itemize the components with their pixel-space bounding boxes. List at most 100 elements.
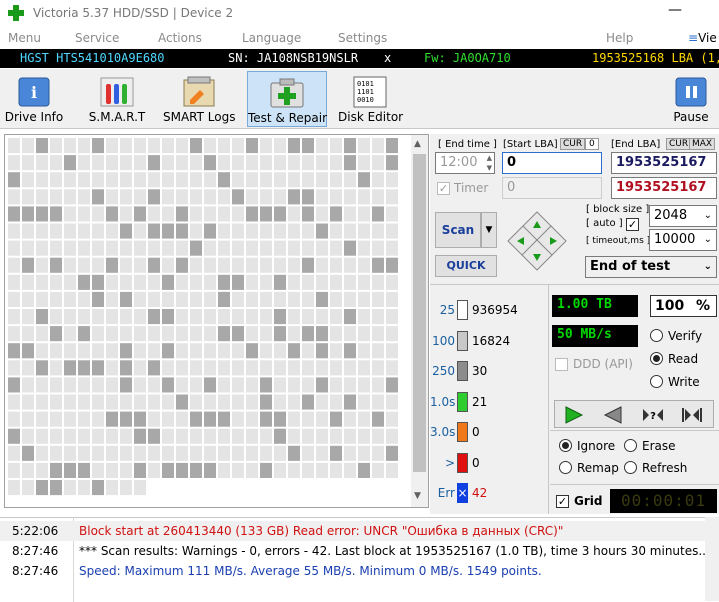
block-cell [232,257,244,273]
legend-count: 21 [472,394,488,409]
read-radio[interactable] [650,352,663,365]
block-cell [162,189,174,205]
scroll-down-icon[interactable]: ▼ [414,491,421,501]
block-cell [232,155,244,171]
block-cell [8,462,20,478]
device-info-bar: HGST HTS541010A9E680 SN: JA108NSB19NSLR … [0,49,719,68]
timer-input[interactable]: 0 [502,177,602,199]
minimize-icon[interactable]: — [668,2,682,18]
menu-item-view[interactable]: ≡Vie [688,31,717,45]
start-lba-input[interactable]: 0 [502,152,602,174]
block-cell [204,394,216,410]
timer-checkbox[interactable]: ✓ [437,182,450,195]
smart-label: S.M.A.R.T [88,110,146,124]
scan-button[interactable]: Scan [435,212,481,248]
block-cell [36,377,48,393]
block-cell [316,411,328,427]
scanned-size-display: 1.00 TB [552,295,638,317]
grid-checkbox[interactable]: ✓ [556,495,569,508]
play-icon[interactable] [562,405,586,425]
menu-bar: Menu Service Actions Language Settings H… [0,28,719,48]
auto-label: [ auto ] [586,218,623,229]
disk-editor-button[interactable]: 0101 1101 0010 Disk Editor [338,71,403,127]
block-cell [106,343,118,359]
smart-logs-button[interactable]: SMART Logs [163,71,235,127]
divider [550,430,719,431]
scroll-up-icon[interactable]: ▲ [414,139,421,149]
block-cell [134,291,146,307]
auto-checkbox[interactable]: ✓ [626,218,639,231]
menu-item-language[interactable]: Language [242,31,301,45]
block-cell [148,394,160,410]
log-scrollbar[interactable] [705,517,719,601]
block-cell [36,257,48,273]
jump-icon[interactable]: ? [641,405,665,425]
end-time-spinner-icon[interactable]: ▲ ▼ [487,153,492,173]
quick-button[interactable]: QUICK [435,255,497,277]
block-cell [50,480,62,496]
timeout-select[interactable]: 10000 ⌄ [649,229,717,251]
log-message: *** Scan results: Warnings - 0, errors -… [79,544,705,558]
scroll-thumb[interactable] [413,154,426,472]
block-cell [274,138,286,154]
close-device-button[interactable]: x [384,51,391,65]
block-cell [64,223,76,239]
verify-radio[interactable] [650,329,663,342]
block-cell [246,291,258,307]
block-cell [302,343,314,359]
refresh-radio[interactable] [624,461,637,474]
block-cell [260,326,272,342]
block-cell [176,343,188,359]
end-lba-max-button[interactable]: MAX [689,138,716,150]
remap-radio[interactable] [559,461,572,474]
end-time-input[interactable]: 12:00 ▲ ▼ [435,152,495,174]
block-cell [344,377,356,393]
block-cell [92,343,104,359]
block-size-select[interactable]: 2048 ⌄ [649,205,717,227]
block-cell [204,172,216,188]
block-cell [92,257,104,273]
block-cell [260,257,272,273]
block-cell [260,138,272,154]
block-cell [302,274,314,290]
block-cell [176,240,188,256]
start-lba-cur-button[interactable]: CUR [560,138,586,150]
app-cross-icon [8,5,24,21]
block-cell [8,326,20,342]
log-row: 5:22:06 Block start at 260413440 (133 GB)… [0,521,705,541]
block-cell [204,257,216,273]
block-cell [302,189,314,205]
step-back-icon[interactable] [601,405,625,425]
menu-item-settings[interactable]: Settings [338,31,387,45]
block-cell [64,360,76,376]
block-cell [232,445,244,461]
end-lba-input[interactable]: 1953525167 [611,152,717,174]
block-cell [64,206,76,222]
block-cell [330,155,342,171]
write-radio[interactable] [650,375,663,388]
block-cell [106,257,118,273]
block-cell [302,309,314,325]
end-lba-cur-button[interactable]: CUR [666,138,692,150]
menu-item-menu[interactable]: Menu [8,31,41,45]
smart-button[interactable]: S.M.A.R.T [85,71,149,127]
end-action-select[interactable]: End of test ⌄ [585,256,717,278]
ignore-radio[interactable] [559,439,572,452]
menu-item-actions[interactable]: Actions [158,31,202,45]
block-cell [36,428,48,444]
block-cell [106,240,118,256]
menu-item-service[interactable]: Service [75,31,119,45]
block-cell [120,309,132,325]
start-lba-cur-value[interactable]: 0 [585,138,599,150]
skip-end-icon[interactable] [680,405,704,425]
block-map-scrollbar[interactable]: ▲ ▼ [411,135,428,507]
log-time: 8:27:46 [12,564,59,578]
block-cell [386,274,398,290]
ddd-api-checkbox[interactable] [555,358,568,371]
test-repair-button[interactable]: Test & Repair [247,71,327,127]
erase-radio[interactable] [624,439,637,452]
pause-button[interactable]: Pause [668,71,714,127]
scan-dropdown-icon[interactable]: ▼ [481,212,497,248]
drive-info-button[interactable]: i Drive Info [3,71,65,127]
menu-item-help[interactable]: Help [606,31,633,45]
